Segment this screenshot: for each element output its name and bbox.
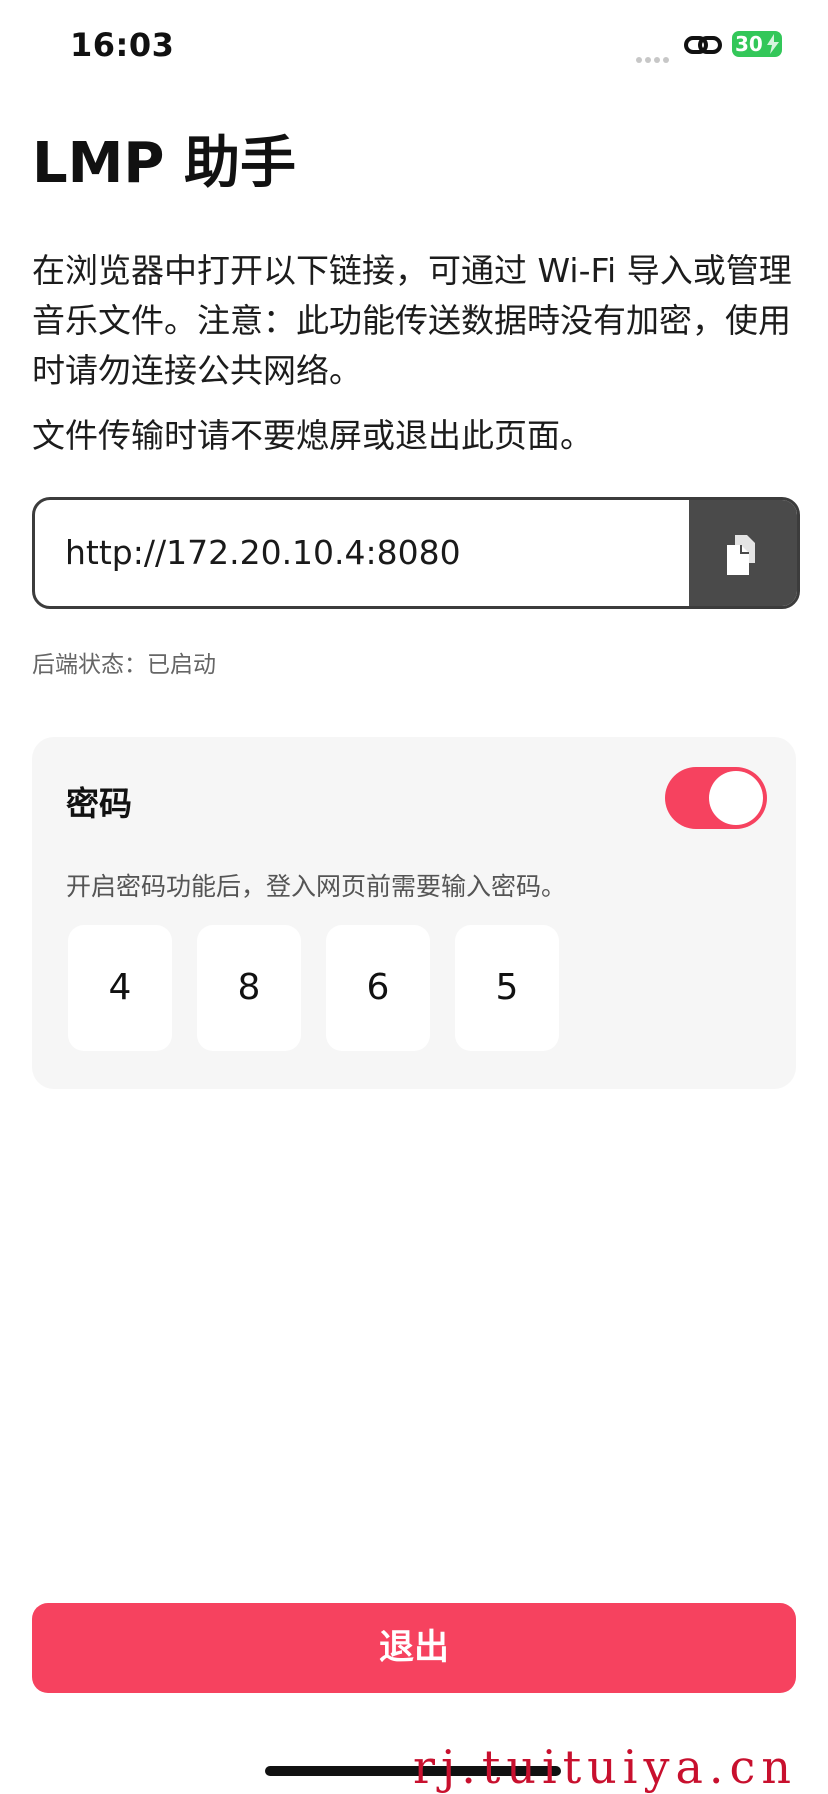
page-warning: 文件传输时请不要熄屏或退出此页面。 (32, 416, 593, 455)
password-digit-1[interactable]: 4 (68, 925, 172, 1051)
status-time: 16:03 (70, 26, 175, 64)
password-digit-2[interactable]: 8 (197, 925, 301, 1051)
page-title: LMP 助手 (32, 131, 296, 196)
battery-level: 30 (735, 32, 763, 56)
server-url-text[interactable]: http://172.20.10.4:8080 (65, 500, 461, 606)
copy-url-button[interactable] (689, 500, 797, 606)
page-description: 在浏览器中打开以下链接，可通过 Wi-Fi 导入或管理音乐文件。注意：此功能传送… (32, 251, 792, 390)
battery-charging-icon: 30 (732, 31, 782, 57)
server-url-field[interactable]: http://172.20.10.4:8080 (32, 497, 800, 609)
password-digit-3[interactable]: 6 (326, 925, 430, 1051)
toggle-knob (709, 771, 763, 825)
password-hint: 开启密码功能后，登入网页前需要输入密码。 (66, 872, 567, 901)
watermark-text: rj.tuituiya.cn (413, 1740, 797, 1794)
password-title: 密码 (66, 784, 132, 823)
password-card: 密码 开启密码功能后，登入网页前需要输入密码。 4 8 6 5 (32, 737, 796, 1089)
password-toggle[interactable] (665, 767, 767, 829)
signal-dots-icon (636, 48, 674, 63)
copy-icon (727, 535, 755, 575)
exit-button[interactable]: 退出 (32, 1603, 796, 1693)
status-bar: 16:03 30 (0, 0, 828, 92)
password-digit-4[interactable]: 5 (455, 925, 559, 1051)
backend-status: 后端状态：已启动 (32, 652, 216, 678)
link-icon (684, 36, 722, 54)
